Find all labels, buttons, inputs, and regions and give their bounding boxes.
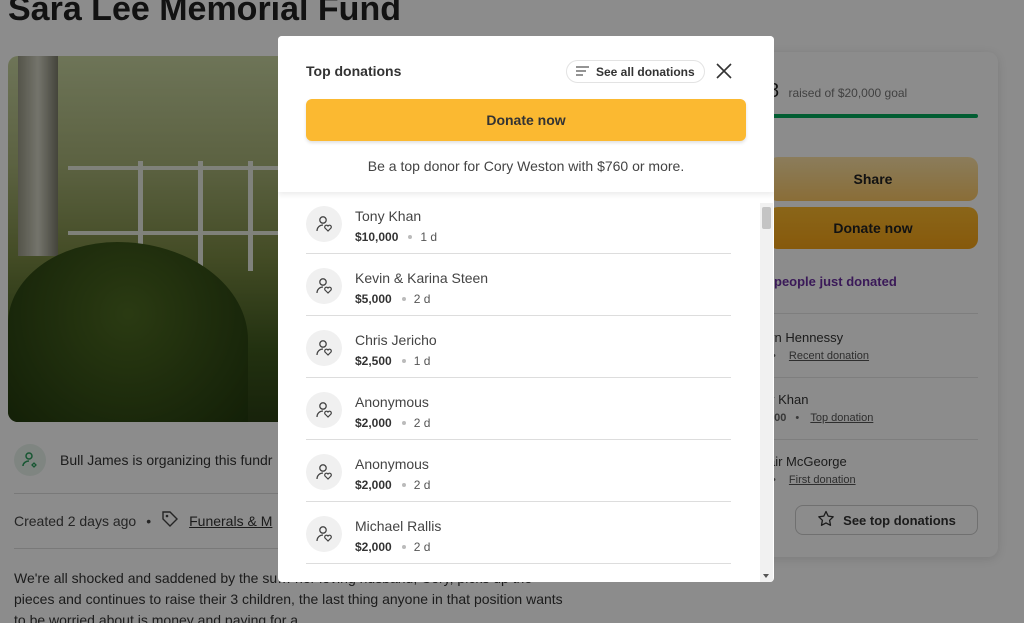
donation-age: 1 d: [413, 354, 431, 368]
donation-row: Tony Khan $10,000 1 d: [306, 192, 731, 254]
scroll-down-arrow[interactable]: [763, 574, 769, 578]
donation-amount: $5,000: [355, 292, 392, 306]
list-scrollbar[interactable]: [760, 203, 773, 582]
donation-row: Michael Rallis $2,000 2 d: [306, 502, 731, 564]
donate-now-button[interactable]: Donate now: [306, 99, 746, 141]
donation-amount: $2,500: [355, 354, 392, 368]
scrollbar-thumb[interactable]: [762, 207, 771, 229]
donor-heart-icon: [306, 206, 342, 242]
donor-heart-icon: [306, 268, 342, 304]
donation-row: Anonymous $2,000 2 d: [306, 440, 731, 502]
see-all-donations-button[interactable]: See all donations: [566, 60, 705, 83]
top-donations-modal: Top donations See all donations Donate n…: [278, 36, 774, 582]
donation-row: Kevin & Karina Steen $5,000 2 d: [306, 254, 731, 316]
donation-row: Chris Jericho $2,500 1 d: [306, 316, 731, 378]
top-donor-text: Be a top donor for Cory Weston with $760…: [367, 158, 685, 174]
donation-age: 2 d: [413, 292, 431, 306]
donation-amount: $10,000: [355, 230, 399, 244]
donation-age: 2 d: [413, 540, 431, 554]
donor-heart-icon: [306, 330, 342, 366]
donation-amount: $2,000: [355, 478, 392, 492]
modal-title: Top donations: [306, 63, 402, 79]
sort-lines-icon: [576, 65, 589, 79]
donor-name: Kevin & Karina Steen: [355, 270, 489, 286]
donor-heart-icon: [306, 516, 342, 552]
donation-age: 2 d: [413, 416, 431, 430]
donation-amount: $2,000: [355, 416, 392, 430]
donation-age: 1 d: [420, 230, 438, 244]
donor-name: Michael Rallis: [355, 518, 442, 534]
donor-name: Anonymous: [355, 394, 429, 410]
donation-row: Anonymous $2,000 2 d: [306, 378, 731, 440]
donation-amount: $2,000: [355, 540, 392, 554]
donation-age: 2 d: [413, 478, 431, 492]
modal-header: Top donations See all donations Donate n…: [278, 36, 774, 192]
donor-heart-icon: [306, 392, 342, 428]
donor-name: Tony Khan: [355, 208, 422, 224]
close-icon[interactable]: [715, 62, 733, 80]
donations-list[interactable]: Tony Khan $10,000 1 d Kevin & Karina Stee…: [278, 192, 774, 582]
donor-name: Anonymous: [355, 456, 429, 472]
donor-heart-icon: [306, 454, 342, 490]
donor-name: Chris Jericho: [355, 332, 437, 348]
